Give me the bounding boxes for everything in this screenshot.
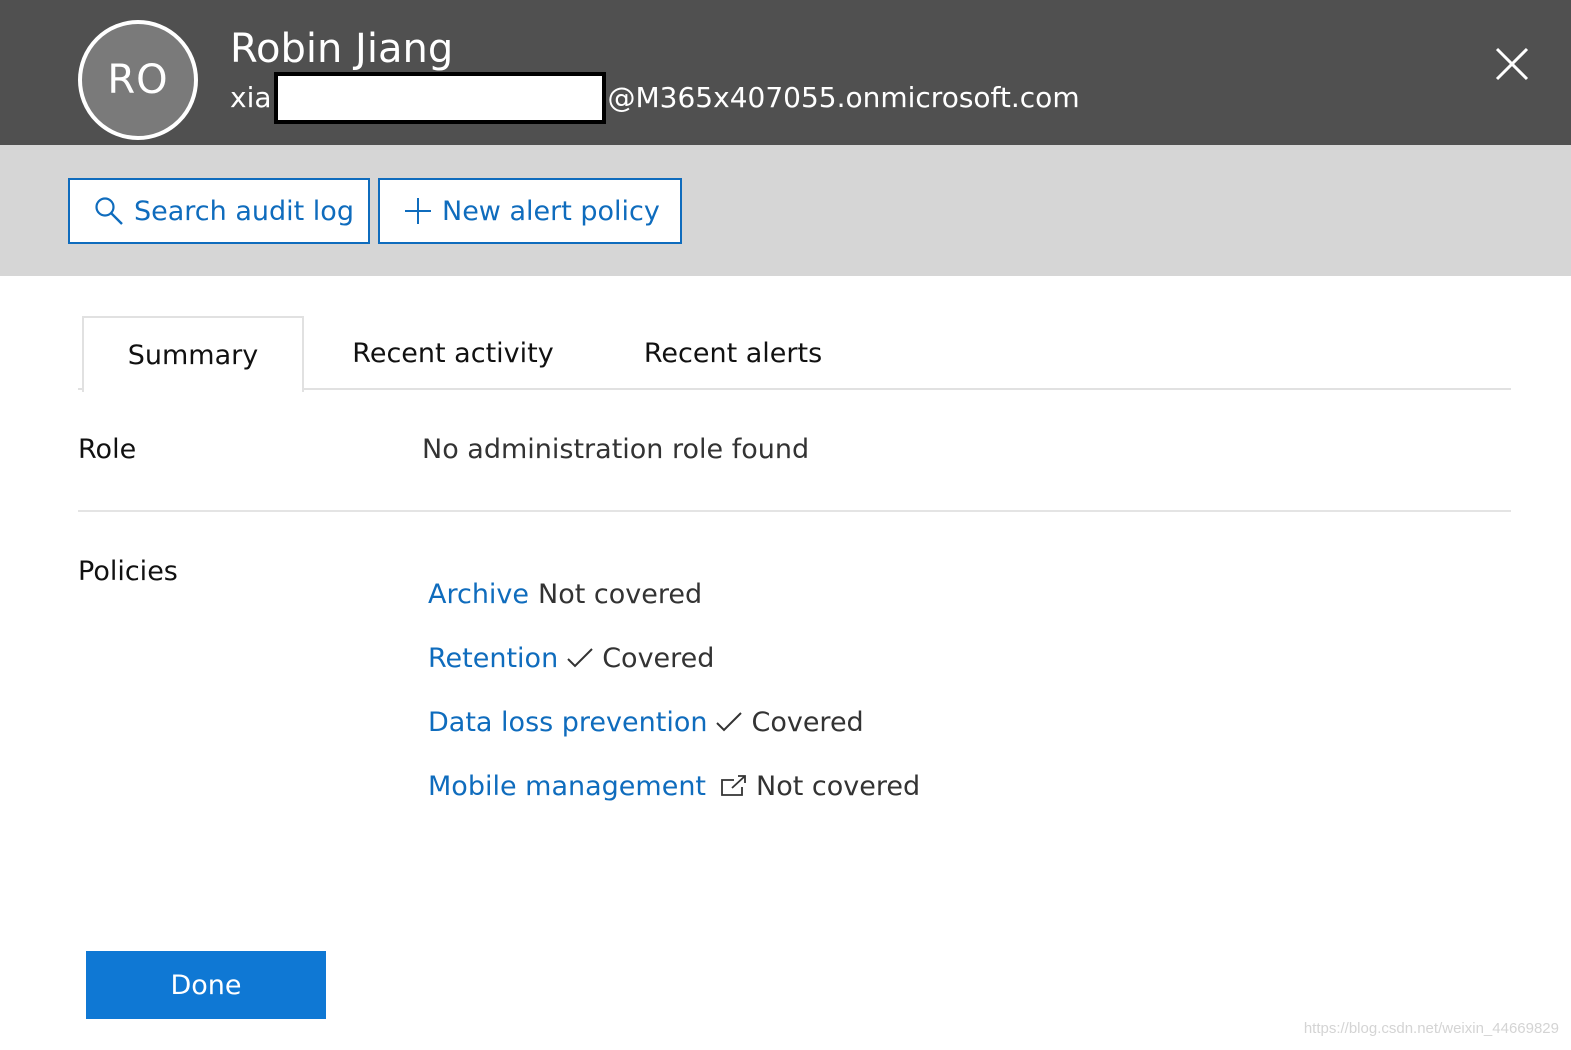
policy-status-mobile-management: Not covered <box>756 770 921 802</box>
policy-row-data-loss-prevention: Data loss prevention Covered <box>428 702 864 742</box>
close-button[interactable] <box>1490 42 1534 86</box>
email-domain: @M365x407055.onmicrosoft.com <box>607 81 1080 114</box>
panel-header: RO Robin Jiang xia @M365x407055.onmicros… <box>0 0 1571 145</box>
done-button[interactable]: Done <box>86 951 326 1019</box>
avatar-initials: RO <box>107 57 169 103</box>
policy-status-data-loss-prevention: Covered <box>751 706 864 738</box>
policy-link-mobile-management[interactable]: Mobile management <box>428 771 706 802</box>
search-audit-log-label: Search audit log <box>134 195 354 227</box>
policy-status-archive: Not covered <box>538 578 703 610</box>
external-link-icon <box>720 774 748 798</box>
tab-summary[interactable]: Summary <box>82 316 304 392</box>
new-alert-policy-button[interactable]: New alert policy <box>378 178 682 244</box>
user-name: Robin Jiang <box>230 26 454 72</box>
watermark-text: https://blog.csdn.net/weixin_44669829 <box>1303 1020 1559 1037</box>
user-details-panel: RO Robin Jiang xia @M365x407055.onmicros… <box>0 0 1571 1050</box>
role-label: Role <box>78 434 137 465</box>
avatar: RO <box>78 20 198 140</box>
policy-row-archive: Archive Not covered <box>428 574 702 614</box>
policy-status-retention: Covered <box>602 642 715 674</box>
close-icon <box>1495 47 1529 81</box>
redaction-box <box>273 72 606 124</box>
tab-bar: Summary Recent activity Recent alerts <box>78 316 1511 392</box>
check-icon <box>566 646 594 670</box>
search-icon <box>94 196 124 226</box>
action-toolbar: Search audit log New alert policy <box>0 145 1571 276</box>
policies-label: Policies <box>78 556 178 587</box>
policy-link-archive[interactable]: Archive <box>428 579 529 610</box>
user-email: xia @M365x407055.onmicrosoft.com <box>230 72 1080 124</box>
policy-row-mobile-management: Mobile management Not covered <box>428 766 920 806</box>
email-prefix: xia <box>230 81 272 114</box>
tab-recent-alerts[interactable]: Recent alerts <box>638 316 828 390</box>
tab-recent-activity[interactable]: Recent activity <box>348 316 558 390</box>
search-audit-log-button[interactable]: Search audit log <box>68 178 370 244</box>
section-divider <box>78 510 1511 512</box>
policy-link-retention[interactable]: Retention <box>428 643 558 674</box>
plus-icon <box>404 197 432 225</box>
policy-row-retention: Retention Covered <box>428 638 714 678</box>
policy-link-data-loss-prevention[interactable]: Data loss prevention <box>428 707 707 738</box>
role-value: No administration role found <box>422 434 810 465</box>
new-alert-policy-label: New alert policy <box>442 195 660 227</box>
check-icon <box>715 710 743 734</box>
